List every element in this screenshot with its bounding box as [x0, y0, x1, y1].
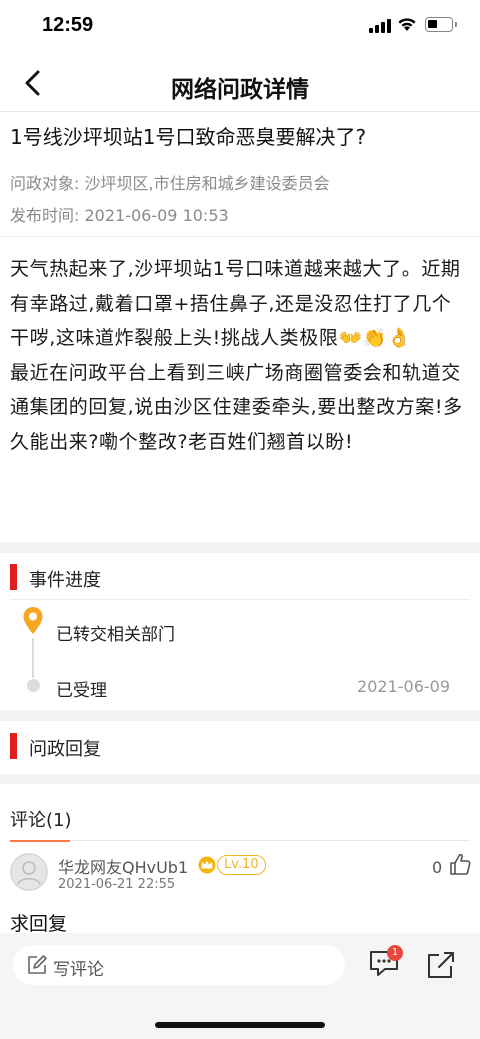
post-published-label: 发布时间:: [10, 206, 80, 225]
avatar[interactable]: [10, 853, 48, 891]
progress-section-title: 事件进度: [29, 570, 101, 591]
default-avatar-icon: [10, 853, 48, 891]
divider: [70, 840, 470, 841]
status-time: 12:59: [42, 14, 94, 36]
progress-step-label: 已转交相关部门: [56, 625, 175, 645]
section-gap: [0, 774, 480, 784]
post-title: 1号线沙坪坝站1号口致命恶臭要解决了?: [10, 125, 367, 149]
section-accent-bar: [10, 564, 17, 590]
progress-step-date: 2021-06-09: [357, 677, 450, 696]
post-body-paragraph: 天气热起来了,沙坪坝站1号口味道越来越大了。近期有幸路过,戴着口罩+捂住鼻子,还…: [10, 258, 461, 349]
post-body-paragraph: 最近在问政平台上看到三峡广场商圈管委会和轨道交通集团的回复,说由沙区住建委牵头,…: [10, 361, 463, 453]
progress-section-header: 事件进度: [0, 557, 480, 599]
battery-icon: [425, 17, 453, 32]
tab-comments[interactable]: 评论(1): [10, 806, 72, 832]
post-body: 天气热起来了,沙坪坝站1号口味道越来越大了。近期有幸路过,戴着口罩+捂住鼻子,还…: [10, 252, 470, 459]
thumb-up-icon[interactable]: [449, 852, 471, 876]
status-bar: 12:59: [0, 0, 480, 54]
post-target: 问政对象: 沙坪坝区,市住房和城乡建设委员会: [10, 170, 330, 194]
section-gap: [0, 710, 480, 721]
share-icon[interactable]: [426, 950, 456, 980]
crown-icon: [198, 856, 216, 874]
divider: [0, 236, 480, 237]
comment-input[interactable]: 写评论: [13, 945, 345, 985]
comment-username[interactable]: 华龙网友QHvUb1: [58, 854, 188, 878]
message-count-badge: 1: [387, 945, 403, 961]
level-badge: Lv.10: [217, 855, 266, 875]
like-count: 0: [432, 858, 443, 877]
comment-date: 2021-06-21 22:55: [58, 877, 176, 892]
nav-bar: 网络问政详情: [0, 54, 480, 112]
post-target-label: 问政对象:: [10, 174, 80, 193]
section-gap: [0, 542, 480, 553]
home-indicator[interactable]: [155, 1022, 325, 1028]
post-published-value: 2021-06-09 10:53: [84, 206, 229, 225]
pencil-icon: [28, 955, 47, 974]
timeline-dot: [27, 679, 40, 692]
post-target-value: 沙坪坝区,市住房和城乡建设委员会: [84, 174, 330, 193]
page-title: 网络问政详情: [171, 77, 309, 103]
tab-underline: [10, 840, 70, 842]
reply-section-title: 问政回复: [29, 739, 101, 760]
section-accent-bar: [10, 733, 17, 759]
location-pin-icon: [23, 607, 43, 634]
post-published: 发布时间: 2021-06-09 10:53: [10, 202, 229, 226]
timeline-line: [32, 638, 34, 678]
divider: [10, 599, 470, 600]
wifi-icon: [398, 18, 416, 31]
comment-text: 求回复: [10, 913, 68, 935]
battery-cap: [455, 22, 457, 27]
reply-section-header: 问政回复: [0, 726, 480, 768]
cellular-signal-icon: [369, 19, 391, 33]
progress-step-label: 已受理: [56, 681, 107, 701]
comment-input-placeholder: 写评论: [53, 960, 104, 980]
